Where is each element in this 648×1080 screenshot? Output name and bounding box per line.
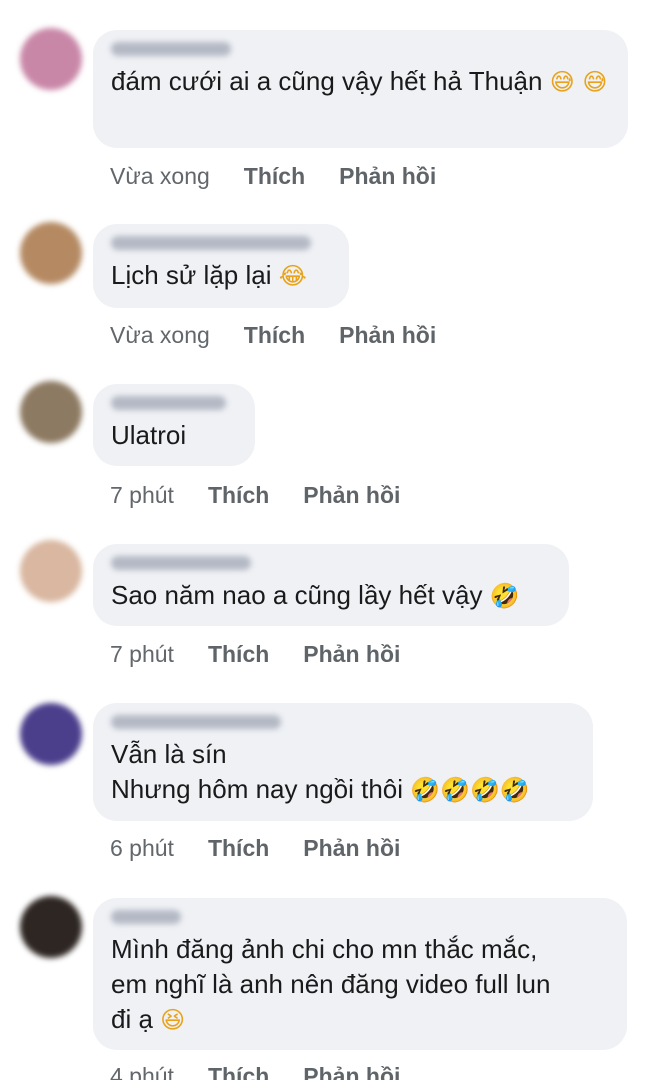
author-name-blurred[interactable] [111, 715, 281, 729]
like-button[interactable]: Thích [244, 163, 305, 190]
comment-text: Lịch sử lặp lại 😂 [111, 258, 329, 294]
reply-button[interactable]: Phản hồi [303, 1063, 400, 1080]
comment-text-content: Lịch sử lặp lại [111, 260, 272, 290]
avatar[interactable] [20, 28, 82, 90]
comment-feed: đám cưới ai a cũng vậy hết hả Thuận 😅 😅 … [0, 0, 648, 1080]
comment-bubble: Sao năm nao a cũng lầy hết vậy 🤣 [93, 544, 569, 626]
comment-actions: 7 phút Thích Phản hồi [110, 482, 400, 509]
author-name-blurred[interactable] [111, 556, 251, 570]
author-name-blurred[interactable] [111, 910, 181, 924]
reply-button[interactable]: Phản hồi [303, 482, 400, 509]
comment-text: Mình đăng ảnh chi cho mn thắc mắc, em ng… [111, 932, 607, 1038]
emoji-sweat-smile-icon: 😅 😅 [549, 68, 608, 96]
like-button[interactable]: Thích [208, 641, 269, 668]
emoji-laughing-tears-icon: 😂 [278, 262, 307, 290]
comment-time[interactable]: 7 phút [110, 482, 174, 509]
emoji-rolling-laughing-icon: 🤣 [489, 582, 520, 610]
comment-time[interactable]: Vừa xong [110, 163, 210, 190]
comment-bubble: Lịch sử lặp lại 😂 [93, 224, 349, 308]
comment-time[interactable]: 6 phút [110, 835, 174, 862]
author-name-blurred[interactable] [111, 42, 231, 56]
avatar[interactable] [20, 703, 82, 765]
comment-actions: Vừa xong Thích Phản hồi [110, 163, 436, 190]
comment-text-content: đám cưới ai a cũng vậy hết hả Thuận [111, 66, 543, 96]
author-name-blurred[interactable] [111, 236, 311, 250]
like-button[interactable]: Thích [244, 322, 305, 349]
reply-button[interactable]: Phản hồi [339, 322, 436, 349]
comment-text-content: Vẫn là sín Nhưng hôm nay ngồi thôi [111, 739, 404, 804]
avatar[interactable] [20, 540, 82, 602]
avatar[interactable] [20, 896, 82, 958]
reply-button[interactable]: Phản hồi [303, 835, 400, 862]
reply-button[interactable]: Phản hồi [339, 163, 436, 190]
like-button[interactable]: Thích [208, 1063, 269, 1080]
author-name-blurred[interactable] [111, 396, 226, 410]
comment-time[interactable]: Vừa xong [110, 322, 210, 349]
comment-text: đám cưới ai a cũng vậy hết hả Thuận 😅 😅 [111, 64, 608, 100]
comment-time[interactable]: 4 phút [110, 1063, 174, 1080]
comment-bubble: Mình đăng ảnh chi cho mn thắc mắc, em ng… [93, 898, 627, 1050]
emoji-rolling-laughing-icon: 🤣🤣🤣🤣 [410, 776, 530, 804]
comment-actions: 6 phút Thích Phản hồi [110, 835, 400, 862]
emoji-grinning-squint-icon: 😆 [160, 1006, 186, 1034]
comment-bubble: Ulatroi [93, 384, 255, 466]
comment-text-content: Sao năm nao a cũng lầy hết vậy [111, 580, 483, 610]
comment-text: Vẫn là sín Nhưng hôm nay ngồi thôi 🤣🤣🤣🤣 [111, 737, 573, 808]
comment-text: Ulatroi [111, 418, 235, 453]
comment-bubble: Vẫn là sín Nhưng hôm nay ngồi thôi 🤣🤣🤣🤣 [93, 703, 593, 821]
comment-text: Sao năm nao a cũng lầy hết vậy 🤣 [111, 578, 549, 614]
like-button[interactable]: Thích [208, 482, 269, 509]
comment-text-content: Ulatroi [111, 420, 187, 450]
comment-time[interactable]: 7 phút [110, 641, 174, 668]
comment-actions: 7 phút Thích Phản hồi [110, 641, 400, 668]
reply-button[interactable]: Phản hồi [303, 641, 400, 668]
comment-actions: 4 phút Thích Phản hồi [110, 1063, 400, 1080]
like-button[interactable]: Thích [208, 835, 269, 862]
avatar[interactable] [20, 222, 82, 284]
avatar[interactable] [20, 381, 82, 443]
comment-bubble: đám cưới ai a cũng vậy hết hả Thuận 😅 😅 [93, 30, 628, 148]
comment-actions: Vừa xong Thích Phản hồi [110, 322, 436, 349]
